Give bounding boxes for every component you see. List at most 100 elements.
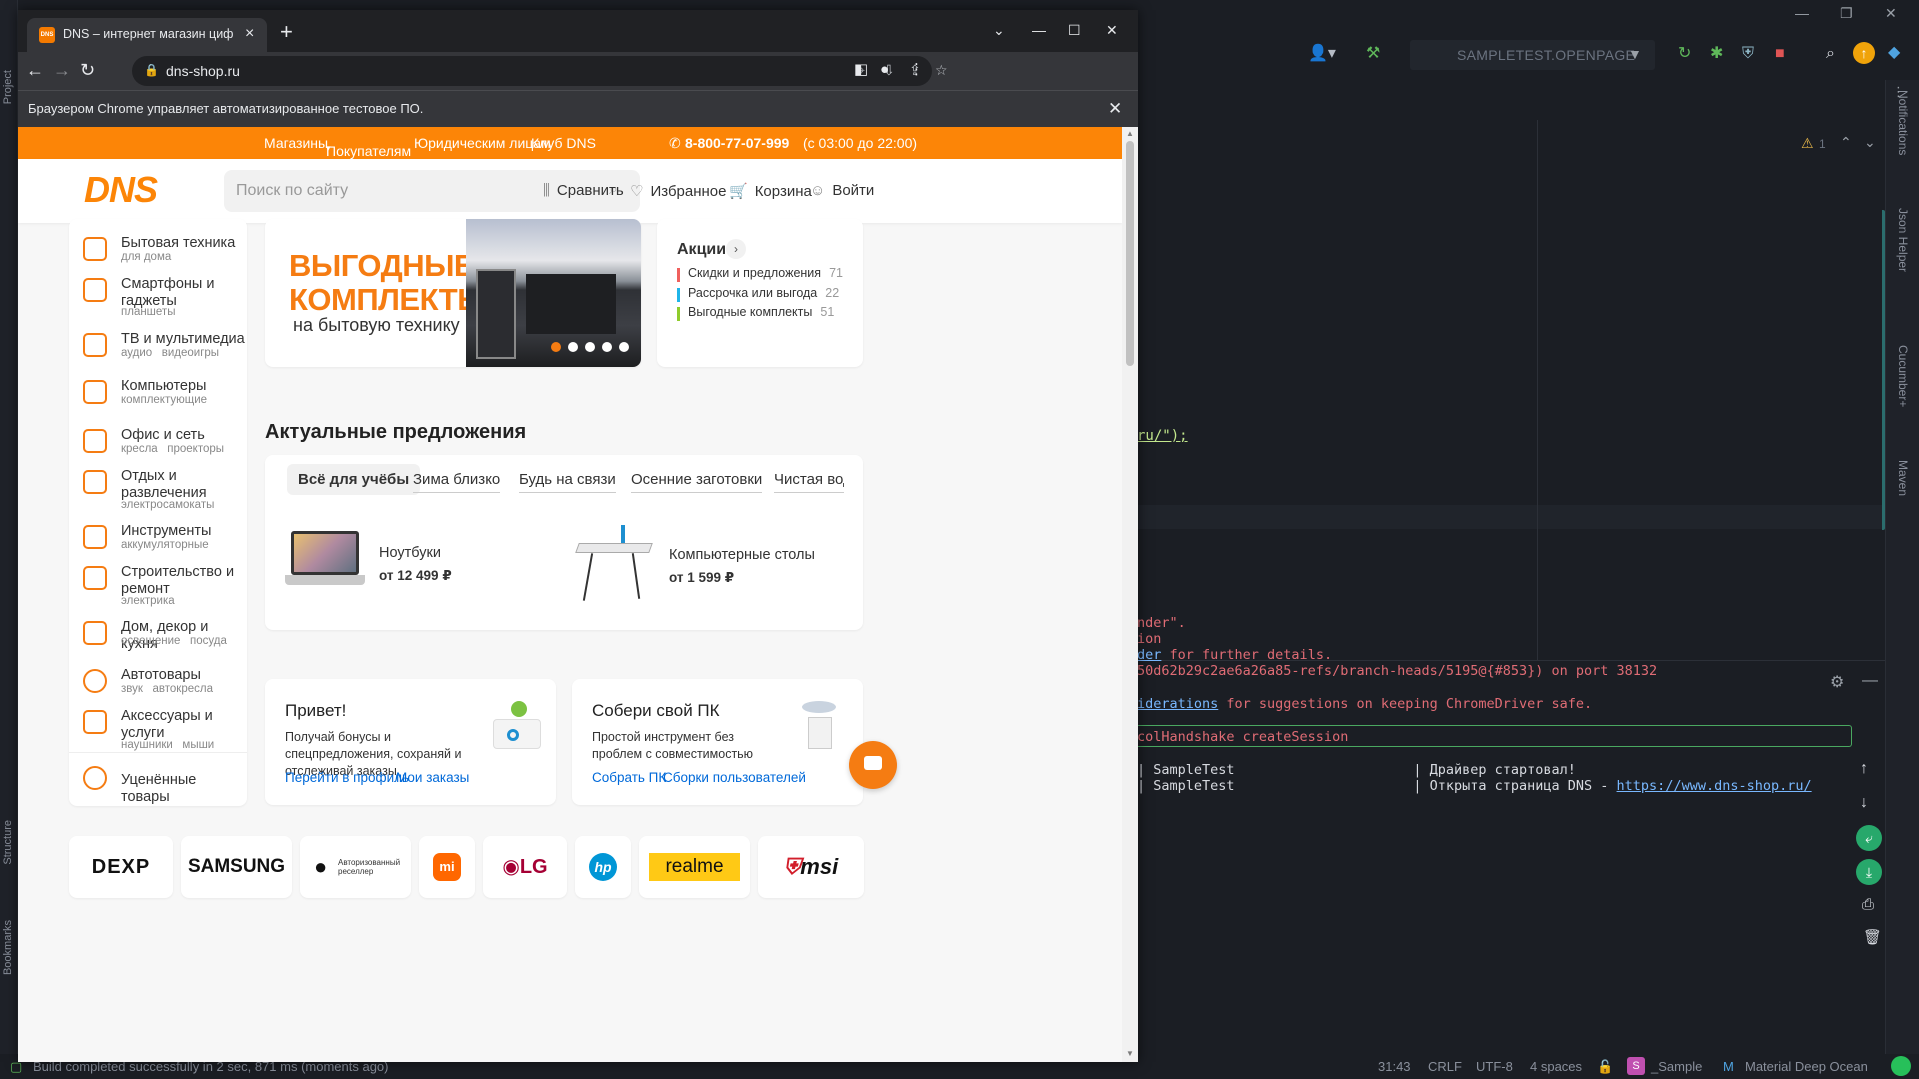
ide-close-button[interactable]: ✕ (1885, 5, 1897, 22)
notifications-tool-label[interactable]: Notifications (1896, 90, 1910, 155)
tab-search-icon[interactable]: ⌄ (993, 22, 1005, 39)
desk-image[interactable] (575, 525, 653, 603)
laptop-image[interactable] (285, 531, 365, 587)
close-window-icon[interactable]: ✕ (1106, 22, 1118, 39)
carousel-dot-4[interactable] (602, 342, 612, 352)
close-infobar-icon[interactable]: ✕ (1108, 99, 1122, 119)
reload-icon[interactable]: ↻ (80, 61, 95, 79)
orders-link[interactable]: Мои заказы (396, 770, 469, 785)
lock-icon[interactable]: 🔒 (144, 63, 159, 77)
cucumber-tool-label[interactable]: Cucumber+ (1896, 345, 1910, 407)
ide-restore-button[interactable]: ❐ (1840, 5, 1853, 22)
console-link[interactable]: iderations (1137, 696, 1218, 712)
new-tab-icon[interactable]: + (280, 21, 293, 43)
debug-icon[interactable]: ✱ (1710, 44, 1723, 64)
ai-assistant-icon[interactable] (1891, 1056, 1911, 1076)
print-icon[interactable]: ⎙ (1862, 896, 1874, 913)
project-tool-label[interactable]: Project (2, 70, 14, 104)
carousel-dot-3[interactable] (585, 342, 595, 352)
scroll-down-icon[interactable]: ↓ (1860, 794, 1868, 812)
brand-dexp[interactable]: DEXP (69, 836, 173, 898)
console-url-link[interactable]: https://www.dns-shop.ru/ (1617, 778, 1812, 794)
topbar-link-club[interactable]: Клуб DNS (531, 135, 596, 151)
product-name-laptops[interactable]: Ноутбуки (379, 545, 441, 561)
user-builds-link[interactable]: Сборки пользователей (663, 770, 806, 785)
warning-icon[interactable]: ⚠ (1801, 135, 1814, 152)
profile-link[interactable]: Перейти в профиль (285, 770, 409, 785)
trash-icon[interactable]: 🗑 (1863, 928, 1882, 946)
brand-msi[interactable]: ⛨msi (758, 836, 864, 898)
page-scrollbar[interactable]: ▲ ▼ (1122, 127, 1138, 1062)
brand-lg[interactable]: ◉LG (483, 836, 567, 898)
file-encoding[interactable]: UTF-8 (1476, 1059, 1513, 1074)
product-name-desks[interactable]: Компьютерные столы (669, 547, 815, 563)
brand-xiaomi[interactable]: mi (419, 836, 475, 898)
favorites-link[interactable]: ♡ Избранное (630, 182, 726, 200)
chevron-right-icon[interactable]: › (726, 239, 746, 259)
category-subtitle[interactable]: звук автокресла (121, 683, 213, 695)
maven-tool-label[interactable]: Maven (1896, 460, 1910, 496)
console-link[interactable]: der (1137, 647, 1161, 663)
plugin-icon[interactable]: ◆ (1888, 43, 1900, 63)
tab-winter[interactable]: Зима близко (413, 471, 501, 493)
tab-study[interactable]: Всё для учёбы (287, 464, 421, 495)
promos-title[interactable]: Акции (677, 241, 726, 259)
forward-icon[interactable]: → (53, 61, 71, 79)
line-separator[interactable]: CRLF (1428, 1059, 1462, 1074)
update-icon[interactable]: ↑ (1853, 42, 1875, 64)
address-bar[interactable]: 🔒 dns-shop.ru ⌖ ⇩ ⇪ ☆ (132, 56, 948, 86)
category-subtitle[interactable]: аудио видеоигры (121, 347, 219, 359)
scroll-down-arrow-icon[interactable]: ▼ (1126, 1049, 1134, 1058)
topbar-link-stores[interactable]: Магазины (264, 135, 328, 151)
tab-connected[interactable]: Будь на связи (519, 471, 616, 493)
code-editor[interactable] (1137, 80, 1882, 660)
rerun-icon[interactable]: ↻ (1678, 44, 1691, 64)
user-icon[interactable]: 👤▾ (1308, 44, 1336, 64)
promo-link[interactable]: Рассрочка или выгода 22 (688, 286, 839, 300)
category-subtitle[interactable]: аккумуляторные (121, 539, 209, 551)
theme-name[interactable]: Material Deep Ocean (1745, 1059, 1868, 1074)
carousel-dot-2[interactable] (568, 342, 578, 352)
build-hammer-icon[interactable]: ⚒ (1366, 44, 1380, 64)
previous-highlight-icon[interactable]: ⌃ (1840, 134, 1852, 151)
cart-link[interactable]: 🛒 Корзина (729, 182, 812, 200)
category-subtitle[interactable]: освещение посуда (121, 635, 227, 647)
scroll-up-icon[interactable]: ↑ (1860, 760, 1868, 778)
coverage-icon[interactable]: ⛨ (1742, 44, 1754, 64)
tab-water[interactable]: Чистая вода (774, 471, 844, 493)
phone-number[interactable]: 8-800-77-07-999 (685, 135, 789, 151)
next-highlight-icon[interactable]: ⌄ (1864, 134, 1876, 151)
indent-setting[interactable]: 4 spaces (1530, 1059, 1582, 1074)
json-helper-tool-label[interactable]: Json Helper (1896, 208, 1910, 272)
profile-icon[interactable]: ● (880, 62, 889, 77)
browser-tab[interactable]: DNS DNS – интернет магазин цифровой × (27, 18, 267, 52)
category-subtitle[interactable]: планшеты (121, 306, 175, 318)
scroll-up-arrow-icon[interactable]: ▲ (1126, 129, 1134, 138)
stop-icon[interactable]: ■ (1775, 44, 1785, 64)
search-everywhere-icon[interactable]: ⌕ (1826, 44, 1835, 64)
maximize-icon[interactable]: ☐ (1068, 22, 1081, 39)
side-panel-icon[interactable]: ◧ (854, 62, 868, 77)
structure-tool-label[interactable]: Structure (2, 820, 14, 865)
carousel-dot-5[interactable] (619, 342, 629, 352)
carousel-dot-1[interactable] (551, 342, 561, 352)
scrollbar-thumb[interactable] (1126, 141, 1134, 366)
brand-samsung[interactable]: SAMSUNG (181, 836, 292, 898)
hide-panel-icon[interactable]: — (1862, 672, 1878, 690)
category-subtitle[interactable]: кресла проекторы (121, 443, 224, 455)
bookmark-star-icon[interactable]: ☆ (935, 62, 948, 79)
run-config-selector[interactable]: SAMPLETEST.OPENPAGE ▼ (1410, 40, 1655, 70)
category-subtitle[interactable]: наушники мыши (121, 739, 214, 751)
promo-link[interactable]: Выгодные комплекты 51 (688, 305, 834, 319)
bookmarks-tool-label[interactable]: Bookmarks (2, 920, 14, 975)
tab-autumn[interactable]: Осенние заготовки (631, 471, 763, 493)
brand-realme[interactable]: realme (639, 836, 750, 898)
brand-apple[interactable]: ● Авторизованный реселлер (300, 836, 411, 898)
brand-hp[interactable]: hp (575, 836, 631, 898)
dns-logo[interactable]: DNS (84, 172, 158, 208)
gear-icon[interactable]: ⚙ (1830, 672, 1844, 692)
back-icon[interactable]: ← (26, 61, 44, 79)
module-name[interactable]: _Sample (1651, 1059, 1702, 1074)
promo-link[interactable]: Скидки и предложения 71 (688, 266, 843, 280)
compare-link[interactable]: ⫼ Сравнить (543, 182, 624, 199)
